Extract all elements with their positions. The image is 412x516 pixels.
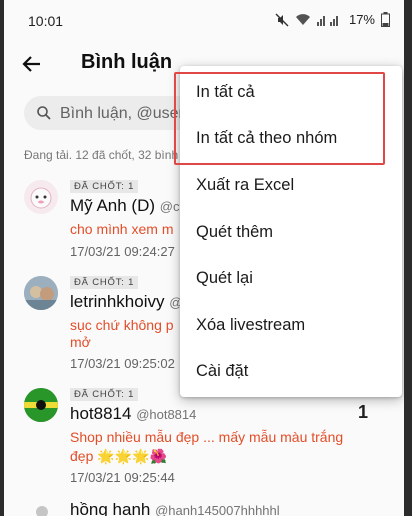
menu-item-rescan[interactable]: Quét lại [180, 257, 402, 303]
menu-item-scan-more[interactable]: Quét thêm [180, 211, 402, 257]
overflow-menu: In tất cả In tất cả theo nhóm Xuất ra Ex… [180, 66, 402, 397]
menu-item-delete-livestream[interactable]: Xóa livestream [180, 304, 402, 350]
menu-item-settings[interactable]: Cài đặt [180, 350, 402, 396]
app-screen: 10:01 17% Bình luận Đang tải. [4, 0, 404, 516]
menu-item-export-excel[interactable]: Xuất ra Excel [180, 164, 402, 210]
menu-item-print-all[interactable]: In tất cả [180, 71, 402, 117]
menu-item-print-all-by-group[interactable]: In tất cả theo nhóm [180, 117, 402, 163]
